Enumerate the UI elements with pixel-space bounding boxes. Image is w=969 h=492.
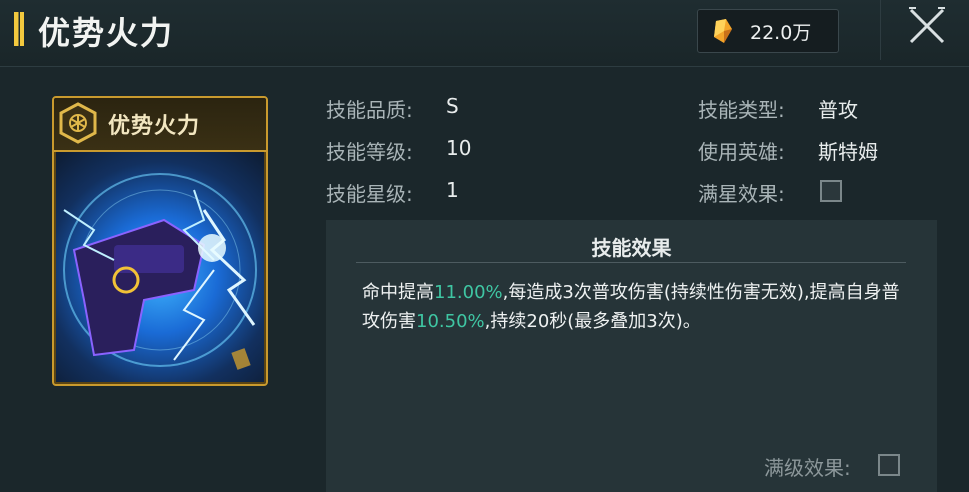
effect-divider [356,262,906,263]
effect-description: 命中提高11.00%,每造成3次普攻伤害(持续性伤害无效),提高自身普攻伤害10… [362,278,902,336]
star-value: 1 [446,178,459,202]
title-accent-bar [14,12,24,46]
level-label: 技能等级: [326,140,413,164]
effect-title: 技能效果 [591,236,672,260]
maxstar-checkbox[interactable] [820,180,842,202]
skill-card-header: 优势火力 [54,98,266,152]
hero-value: 斯特姆 [818,140,878,164]
effect-text-part: ,持续20秒(最多叠加3次)。 [484,311,701,332]
quality-value: S [446,94,459,118]
close-button[interactable] [880,0,969,60]
level-value: 10 [446,136,472,160]
type-label: 技能类型: [698,98,785,122]
hero-label: 使用英雄: [698,140,785,164]
page-title: 优势火力 [38,14,175,52]
skill-effect-panel: 技能效果 命中提高11.00%,每造成3次普攻伤害(持续性伤害无效),提高自身普… [326,220,937,492]
maxlevel-checkbox[interactable] [878,454,900,476]
star-label: 技能星级: [326,182,413,206]
top-bar: 优势火力 22.0万 [0,0,969,67]
type-value: 普攻 [818,98,858,122]
maxlevel-label: 满级效果: [764,456,851,480]
close-icon[interactable] [907,6,947,46]
hex-emblem-icon [59,102,97,144]
effect-highlight-value: 10.50% [416,311,485,332]
quality-label: 技能品质: [326,98,413,122]
currency-value: 22.0万 [750,21,812,44]
crystal-icon [714,19,732,43]
skill-card-name: 优势火力 [108,114,201,139]
skill-art-image [63,173,257,370]
effect-text-part: 命中提高 [362,282,434,303]
skill-card: 优势火力 [52,96,268,386]
effect-highlight-value: 11.00% [434,282,503,303]
maxstar-label: 满星效果: [698,182,785,206]
currency-display: 22.0万 [697,9,839,53]
